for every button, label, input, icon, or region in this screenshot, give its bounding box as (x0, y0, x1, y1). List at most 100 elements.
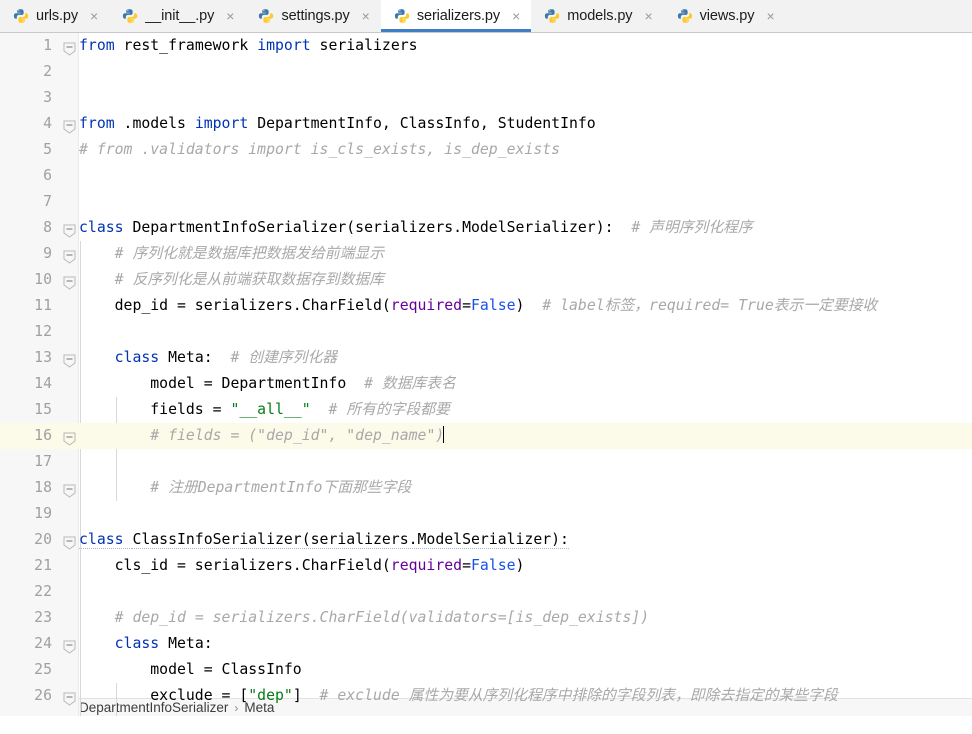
fold-marker[interactable] (63, 481, 76, 498)
code-token-cmt: # 所有的字段都要 (310, 401, 450, 418)
python-file-icon (259, 9, 274, 23)
code-text: cls_id = serializers.CharField(required=… (79, 553, 525, 579)
fold-marker[interactable] (63, 351, 76, 368)
editor-tab-init-py[interactable]: __init__.py × (109, 0, 245, 32)
code-line[interactable]: 16 # fields = ("dep_id", "dep_name") (0, 423, 972, 449)
code-fold-icon[interactable] (63, 354, 76, 368)
code-line[interactable]: 6 (0, 163, 972, 189)
fold-marker[interactable] (63, 689, 76, 706)
code-token-num: False (471, 557, 516, 574)
code-fold-icon[interactable] (63, 224, 76, 238)
code-fold-icon[interactable] (63, 250, 76, 264)
close-icon[interactable]: × (642, 8, 654, 24)
python-file-icon (13, 9, 29, 23)
code-line[interactable]: 17 (0, 449, 972, 475)
tab-label: __init__.py (145, 8, 215, 24)
code-line[interactable]: 3 (0, 85, 972, 111)
fold-marker[interactable] (63, 533, 76, 550)
code-line[interactable]: 5 # from .validators import is_cls_exists… (0, 137, 972, 163)
python-file-icon (545, 9, 560, 23)
editor-tab-views-py[interactable]: views.py × (664, 0, 786, 32)
fold-marker[interactable] (63, 637, 76, 654)
editor-tab-urls-py[interactable]: urls.py × (0, 0, 109, 32)
line-number: 3 (43, 89, 52, 106)
code-line[interactable]: 7 (0, 189, 972, 215)
code-line[interactable]: 20 class ClassInfoSerializer(serializers.… (0, 527, 972, 553)
code-token-kw: from (79, 37, 124, 54)
line-number: 14 (34, 375, 52, 392)
code-line[interactable]: 10 # 反序列化是从前端获取数据存到数据库 (0, 267, 972, 293)
code-line[interactable]: 12 (0, 319, 972, 345)
fold-marker[interactable] (63, 273, 76, 290)
line-number: 20 (34, 531, 52, 548)
editor-tab-bar[interactable]: urls.py × __init__.py × settings.py × serializ… (0, 0, 972, 33)
line-number: 17 (34, 453, 52, 470)
code-token-cmt: # 声明序列化程序 (613, 219, 753, 236)
code-fold-icon[interactable] (63, 42, 76, 56)
code-fold-icon[interactable] (63, 276, 76, 290)
code-fold-icon[interactable] (63, 536, 76, 550)
code-line[interactable]: 9 # 序列化就是数据库把数据发给前端显示 (0, 241, 972, 267)
code-token-num: False (471, 297, 516, 314)
code-text: # from .validators import is_cls_exists,… (79, 137, 560, 163)
fold-marker[interactable] (63, 117, 76, 134)
code-line[interactable]: 26 exclude = ["dep"] # exclude 属性为要从序列化程… (0, 683, 972, 709)
code-fold-icon[interactable] (63, 692, 76, 706)
code-lines[interactable]: 1 from rest_framework import serializers 2… (0, 33, 972, 709)
code-line[interactable]: 22 (0, 579, 972, 605)
code-token-def (79, 245, 115, 262)
code-fold-icon[interactable] (63, 484, 76, 498)
code-line[interactable]: 21 cls_id = serializers.CharField(requir… (0, 553, 972, 579)
code-line[interactable]: 15 fields = "__all__" # 所有的字段都要 (0, 397, 972, 423)
close-icon[interactable]: × (510, 8, 522, 24)
code-line[interactable]: 25 model = ClassInfo (0, 657, 972, 683)
line-number: 7 (43, 193, 52, 210)
editor-tab-serializers-py[interactable]: serializers.py × (380, 0, 532, 32)
line-number: 23 (34, 609, 52, 626)
code-fold-icon[interactable] (63, 120, 76, 134)
code-fold-icon[interactable] (63, 640, 76, 654)
code-text: # 序列化就是数据库把数据发给前端显示 (79, 241, 384, 267)
close-icon[interactable]: × (224, 8, 236, 24)
line-number: 10 (34, 271, 52, 288)
code-editor[interactable]: 1 from rest_framework import serializers 2… (0, 33, 972, 716)
code-token-def (79, 427, 150, 444)
code-token-kw: from (79, 115, 124, 132)
code-token-def: Meta: (168, 635, 213, 652)
close-icon[interactable]: × (764, 8, 776, 24)
code-line[interactable]: 14 model = DepartmentInfo # 数据库表名 (0, 371, 972, 397)
code-line[interactable]: 24 class Meta: (0, 631, 972, 657)
fold-marker[interactable] (63, 39, 76, 56)
code-token-def: = (462, 297, 471, 314)
code-token-cmt: # label标签，required= True表示一定要接收 (524, 297, 878, 314)
code-token-def (79, 609, 115, 626)
close-icon[interactable]: × (360, 8, 372, 24)
code-token-cmt: # from .validators import is_cls_exists,… (79, 141, 561, 158)
code-line[interactable]: 8 class DepartmentInfoSerializer(serializ… (0, 215, 972, 241)
code-line[interactable]: 11 dep_id = serializers.CharField(requir… (0, 293, 972, 319)
code-token-kw: class (114, 349, 169, 366)
code-line[interactable]: 4 from .models import DepartmentInfo, Cla… (0, 111, 972, 137)
code-line[interactable]: 23 # dep_id = serializers.CharField(vali… (0, 605, 972, 631)
line-number: 19 (34, 505, 52, 522)
code-line[interactable]: 19 (0, 501, 972, 527)
fold-marker[interactable] (63, 247, 76, 264)
tab-label: settings.py (281, 8, 350, 24)
code-line[interactable]: 18 # 注册DepartmentInfo下面那些字段 (0, 475, 972, 501)
fold-marker[interactable] (63, 221, 76, 238)
line-number: 18 (34, 479, 52, 496)
code-token-def (79, 271, 115, 288)
code-text: from rest_framework import serializers (79, 33, 418, 59)
code-fold-icon[interactable] (63, 432, 76, 446)
code-line[interactable]: 2 (0, 59, 972, 85)
close-icon[interactable]: × (88, 8, 100, 24)
code-token-kw: import (194, 115, 258, 132)
fold-marker[interactable] (63, 429, 76, 446)
code-token-kw: class (79, 531, 133, 549)
editor-tab-settings-py[interactable]: settings.py × (245, 0, 380, 32)
line-number: 11 (34, 297, 52, 314)
editor-tab-models-py[interactable]: models.py × (531, 0, 663, 32)
code-line[interactable]: 1 from rest_framework import serializers (0, 33, 972, 59)
code-line[interactable]: 13 class Meta: # 创建序列化器 (0, 345, 972, 371)
code-text: fields = "__all__" # 所有的字段都要 (79, 397, 450, 423)
